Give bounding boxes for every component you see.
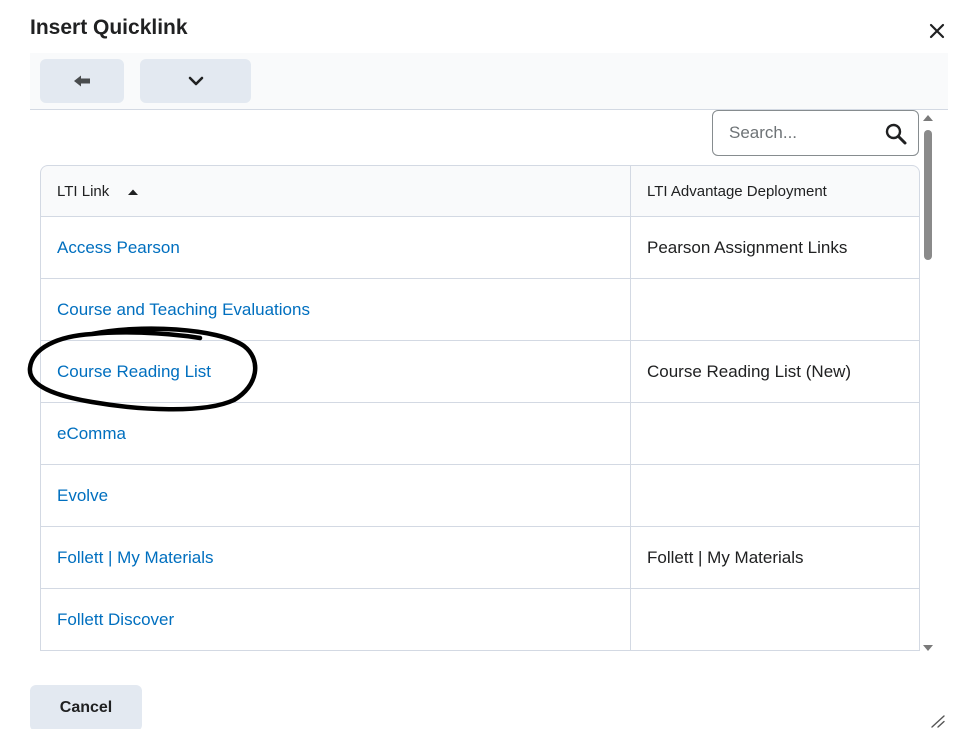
dialog-title: Insert Quicklink — [30, 16, 188, 39]
lti-link-cell: Follett | My Materials — [40, 527, 630, 589]
lti-link[interactable]: Follett Discover — [57, 610, 174, 629]
column-header-lti-link[interactable]: LTI Link — [40, 165, 630, 217]
back-button[interactable] — [40, 59, 124, 103]
lti-link[interactable]: Evolve — [57, 486, 108, 505]
table-row: Follett | My Materials Follett | My Mate… — [40, 527, 920, 589]
lti-link[interactable]: Course and Teaching Evaluations — [57, 300, 310, 319]
sort-ascending-icon — [128, 189, 139, 195]
table-row: eComma — [40, 403, 920, 465]
scroll-up-arrow-icon[interactable] — [923, 114, 933, 122]
back-arrow-icon — [74, 75, 90, 87]
table-row: Evolve — [40, 465, 920, 527]
lti-link[interactable]: Follett | My Materials — [57, 548, 214, 567]
search-button[interactable] — [884, 122, 908, 146]
table-row: Follett Discover — [40, 589, 920, 651]
scroll-down-arrow-icon[interactable] — [923, 644, 933, 652]
toolbar — [30, 53, 948, 110]
deployment-cell: Course Reading List (New) — [630, 341, 920, 403]
cancel-button[interactable]: Cancel — [30, 685, 142, 729]
column-header-label: LTI Advantage Deployment — [647, 182, 827, 200]
deployment-cell — [630, 403, 920, 465]
close-icon — [929, 23, 945, 39]
table-row: Course Reading List Course Reading List … — [40, 341, 920, 403]
deployment-cell — [630, 589, 920, 651]
close-button[interactable] — [924, 18, 950, 44]
lti-link-cell: Course and Teaching Evaluations — [40, 279, 630, 341]
lti-link[interactable]: Course Reading List — [57, 362, 211, 381]
vertical-scrollbar[interactable] — [921, 112, 935, 657]
deployment-cell: Follett | My Materials — [630, 527, 920, 589]
search-box — [712, 110, 919, 156]
lti-link[interactable]: Access Pearson — [57, 238, 180, 257]
search-input[interactable] — [729, 123, 889, 143]
column-header-label: LTI Link — [57, 182, 110, 200]
scrollbar-thumb[interactable] — [924, 130, 932, 260]
lti-link-cell: Course Reading List — [40, 341, 630, 403]
lti-links-table: LTI Link LTI Advantage Deployment Access… — [40, 165, 920, 651]
deployment-cell — [630, 279, 920, 341]
deployment-cell: Pearson Assignment Links — [630, 217, 920, 279]
more-options-button[interactable] — [140, 59, 251, 103]
column-header-lti-advantage-deployment: LTI Advantage Deployment — [630, 165, 920, 217]
table-header-row: LTI Link LTI Advantage Deployment — [40, 165, 920, 217]
resize-handle-icon[interactable] — [930, 714, 946, 728]
lti-link[interactable]: eComma — [57, 424, 126, 443]
table-row: Course and Teaching Evaluations — [40, 279, 920, 341]
search-icon — [885, 123, 907, 145]
lti-link-cell: Access Pearson — [40, 217, 630, 279]
chevron-down-icon — [188, 76, 203, 86]
lti-link-cell: eComma — [40, 403, 630, 465]
lti-link-cell: Evolve — [40, 465, 630, 527]
lti-link-cell: Follett Discover — [40, 589, 630, 651]
deployment-cell — [630, 465, 920, 527]
lti-links-table-container: LTI Link LTI Advantage Deployment Access… — [40, 165, 920, 657]
table-row: Access Pearson Pearson Assignment Links — [40, 217, 920, 279]
